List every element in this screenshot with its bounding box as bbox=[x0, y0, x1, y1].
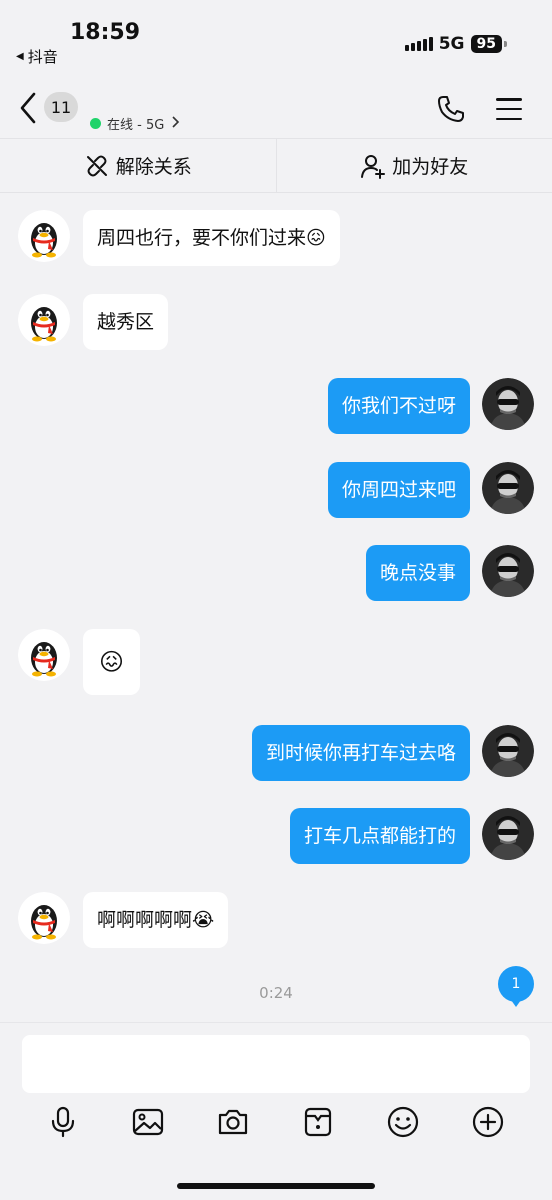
unread-count-badge[interactable]: 11 bbox=[44, 92, 78, 122]
online-status[interactable]: 在线 - 5G bbox=[90, 114, 180, 133]
menu-icon[interactable] bbox=[496, 98, 522, 120]
message-row: 到时候你再打车过去咯 bbox=[251, 725, 534, 781]
phone-call-icon[interactable] bbox=[436, 94, 466, 124]
message-row: 啊啊啊啊啊😭 bbox=[18, 892, 229, 948]
sticker-icon[interactable] bbox=[301, 1105, 335, 1139]
online-status-text: 在线 - 5G bbox=[107, 118, 165, 133]
message-row: 你我们不过呀 bbox=[327, 378, 534, 434]
online-dot-icon bbox=[90, 118, 101, 129]
message-row: 你周四过来吧 bbox=[327, 462, 534, 518]
outgoing-message-bubble[interactable]: 到时候你再打车过去咯 bbox=[251, 725, 470, 781]
self-avatar[interactable] bbox=[482, 725, 534, 777]
composer-area bbox=[0, 1022, 552, 1200]
image-icon[interactable] bbox=[131, 1105, 165, 1139]
plus-icon[interactable] bbox=[471, 1105, 505, 1139]
emoji-icon[interactable] bbox=[386, 1105, 420, 1139]
battery-indicator: 95 bbox=[470, 35, 508, 53]
self-avatar[interactable] bbox=[482, 378, 534, 430]
message-row: 打车几点都能打的 bbox=[289, 808, 534, 864]
outgoing-message-bubble[interactable]: 你我们不过呀 bbox=[327, 378, 470, 434]
unlink-button[interactable]: 解除关系 bbox=[0, 139, 276, 192]
chat-header: 11 在线 - 5G bbox=[0, 78, 552, 136]
outgoing-message-bubble[interactable]: 你周四过来吧 bbox=[327, 462, 470, 518]
message-input[interactable] bbox=[22, 1035, 530, 1093]
message-row: 周四也行，要不你们过来😖 bbox=[18, 210, 340, 266]
home-indicator bbox=[177, 1183, 375, 1189]
back-chevron-icon[interactable] bbox=[16, 88, 42, 128]
self-avatar[interactable] bbox=[482, 462, 534, 514]
self-avatar[interactable] bbox=[482, 808, 534, 860]
contact-avatar[interactable] bbox=[18, 629, 70, 681]
composer-toolbar bbox=[0, 1105, 552, 1145]
microphone-icon[interactable] bbox=[46, 1105, 80, 1139]
back-app-label: 抖音 bbox=[27, 48, 58, 66]
incoming-message-bubble[interactable]: 啊啊啊啊啊😭 bbox=[83, 892, 229, 948]
status-bar: 18:59 ◀ 抖音 5G 95 bbox=[0, 0, 552, 70]
contact-avatar[interactable] bbox=[18, 210, 70, 262]
outgoing-message-bubble[interactable]: 晚点没事 bbox=[365, 545, 470, 601]
message-row: 晚点没事 bbox=[365, 545, 534, 601]
signal-icon bbox=[404, 37, 433, 51]
back-to-app-link[interactable]: ◀ 抖音 bbox=[16, 46, 58, 67]
outgoing-message-bubble[interactable]: 打车几点都能打的 bbox=[289, 808, 470, 864]
contact-avatar[interactable] bbox=[18, 892, 70, 944]
add-friend-button[interactable]: 加为好友 bbox=[275, 139, 552, 192]
relationship-actions: 解除关系 加为好友 bbox=[0, 138, 552, 193]
message-row: 😖 bbox=[18, 629, 141, 695]
back-triangle-icon: ◀ bbox=[16, 51, 24, 62]
self-avatar[interactable] bbox=[482, 545, 534, 597]
chevron-right-icon bbox=[170, 115, 180, 133]
network-type: 5G bbox=[438, 34, 465, 54]
link-break-icon bbox=[86, 155, 107, 176]
incoming-message-bubble[interactable]: 周四也行，要不你们过来😖 bbox=[83, 210, 340, 266]
incoming-message-bubble[interactable]: 越秀区 bbox=[83, 294, 169, 350]
unlink-label: 解除关系 bbox=[115, 156, 192, 178]
new-message-badge[interactable]: 1 bbox=[498, 966, 534, 1007]
incoming-emoji-bubble[interactable]: 😖 bbox=[83, 629, 141, 695]
clock: 18:59 bbox=[70, 20, 141, 45]
camera-icon[interactable] bbox=[216, 1105, 250, 1139]
add-user-icon bbox=[361, 154, 386, 179]
contact-avatar[interactable] bbox=[18, 294, 70, 346]
add-friend-label: 加为好友 bbox=[392, 156, 469, 178]
message-row: 越秀区 bbox=[18, 294, 169, 350]
message-timestamp: 0:24 bbox=[259, 984, 293, 1002]
